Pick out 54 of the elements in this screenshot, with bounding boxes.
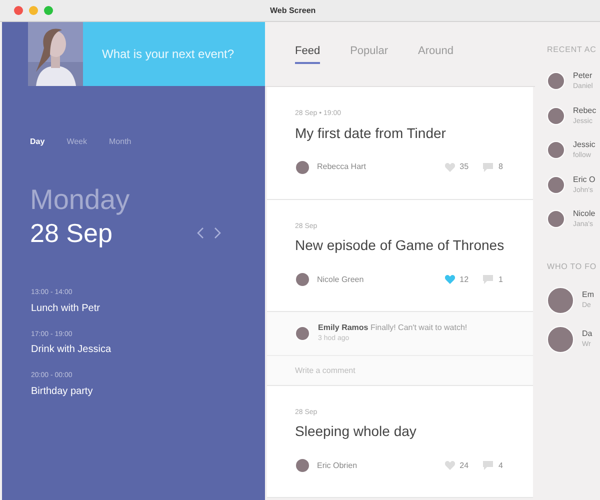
avatar [547,106,565,125]
person-name[interactable]: Nicole [573,208,596,220]
comment-count: 8 [498,161,503,173]
person-name[interactable]: Peter [573,70,593,82]
avatar [295,326,310,341]
post-title[interactable]: Sleeping whole day [295,421,505,442]
person-name[interactable]: Eric O [573,174,596,186]
close-button[interactable] [14,6,23,15]
avatar [547,210,565,228]
post-title[interactable]: New episode of Game of Thrones [295,235,505,256]
person-name[interactable]: Jessic [573,139,596,151]
avatar [547,326,574,352]
avatar [547,286,574,314]
section-heading: RECENT AC [547,44,598,56]
comment-icon[interactable] [482,275,493,284]
next-icon[interactable] [214,227,221,239]
heart-icon[interactable] [444,275,455,284]
zoom-button[interactable] [44,6,53,15]
avatar [547,141,565,160]
event-title[interactable]: Drink with Jessica [31,342,265,357]
comment-count: 1 [498,274,503,286]
date: 28 Sep [30,220,112,246]
avatar [295,458,310,473]
avatar [295,160,310,174]
post-title[interactable]: My first date from Tinder [295,122,505,144]
person-name[interactable]: Rebec [573,104,596,116]
feed-tab[interactable]: Feed [295,40,320,64]
window-title: Web Screen [270,5,316,17]
event-prompt: What is your next event? [102,46,234,63]
like-count: 35 [460,161,469,173]
view-tab[interactable]: Day [30,136,45,148]
comment-field[interactable]: Write a comment [267,356,533,386]
section-heading: WHO TO FO [547,260,598,272]
event-title[interactable]: Birthday party [31,384,265,398]
author-name[interactable]: Nicole Green [317,274,445,286]
previous-icon[interactable] [197,227,204,239]
author-name[interactable]: Rebecca Hart [317,161,445,173]
minimize-button[interactable] [29,6,38,15]
avatar [295,272,310,287]
heart-icon[interactable] [444,162,455,172]
like-count: 12 [460,274,469,286]
like-count: 24 [460,460,469,472]
avatar [547,72,565,90]
comment-icon[interactable] [482,461,493,470]
event-title[interactable]: Lunch with Petr [31,300,265,316]
comment-icon[interactable] [482,162,493,172]
comment-count: 4 [498,460,503,472]
weekday: Monday [30,186,131,214]
person-name[interactable]: Da [582,328,592,340]
avatar [547,176,565,194]
comment-text: Emily Ramos Finally! Can't wait to watch! [318,322,468,334]
person-name[interactable]: Em [582,288,594,301]
author-name[interactable]: Eric Obrien [317,460,445,472]
heart-icon[interactable] [444,461,455,470]
